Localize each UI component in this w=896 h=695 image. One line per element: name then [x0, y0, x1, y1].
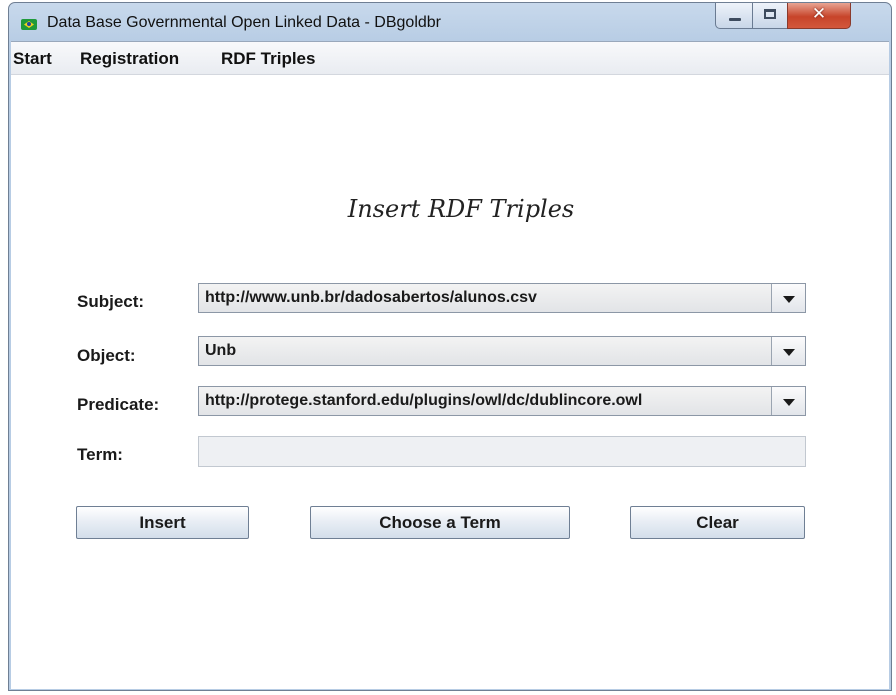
menu-item-rdf-triples[interactable]: RDF Triples [221, 49, 315, 69]
chevron-down-icon[interactable] [771, 337, 805, 365]
form-title: Insert RDF Triples [347, 195, 575, 223]
minimize-button[interactable] [715, 3, 753, 29]
choose-term-button[interactable]: Choose a Term [310, 506, 570, 539]
object-label: Object: [77, 346, 136, 365]
term-input[interactable] [198, 436, 806, 467]
clear-button[interactable]: Clear [630, 506, 805, 539]
menu-item-registration[interactable]: Registration [80, 49, 179, 69]
menu-bar: Start Registration RDF Triples [11, 42, 889, 75]
app-window: Data Base Governmental Open Linked Data … [8, 2, 892, 691]
subject-label: Subject: [77, 292, 145, 311]
close-icon: ✕ [811, 4, 827, 24]
maximize-button[interactable] [752, 3, 788, 29]
close-button[interactable]: ✕ [787, 3, 851, 29]
title-bar[interactable]: Data Base Governmental Open Linked Data … [9, 3, 891, 41]
subject-value: http://www.unb.br/dadosabertos/alunos.cs… [205, 289, 537, 306]
maximize-icon [764, 9, 776, 19]
brazil-flag-icon [21, 19, 37, 30]
insert-button[interactable]: Insert [76, 506, 249, 539]
predicate-label: Predicate: [77, 395, 160, 414]
object-combobox[interactable]: Unb [198, 336, 806, 366]
main-panel: Start Registration RDF Triples Insert RD… [11, 41, 889, 689]
predicate-combobox[interactable]: http://protege.stanford.edu/plugins/owl/… [198, 386, 806, 416]
term-label: Term: [77, 445, 123, 464]
subject-combobox[interactable]: http://www.unb.br/dadosabertos/alunos.cs… [198, 283, 806, 313]
window-title: Data Base Governmental Open Linked Data … [47, 14, 441, 31]
chevron-down-icon[interactable] [771, 387, 805, 415]
object-value: Unb [205, 342, 237, 359]
menu-item-start[interactable]: Start [13, 49, 52, 69]
minimize-icon [729, 18, 741, 21]
chevron-down-icon[interactable] [771, 284, 805, 312]
predicate-value: http://protege.stanford.edu/plugins/owl/… [205, 392, 643, 409]
